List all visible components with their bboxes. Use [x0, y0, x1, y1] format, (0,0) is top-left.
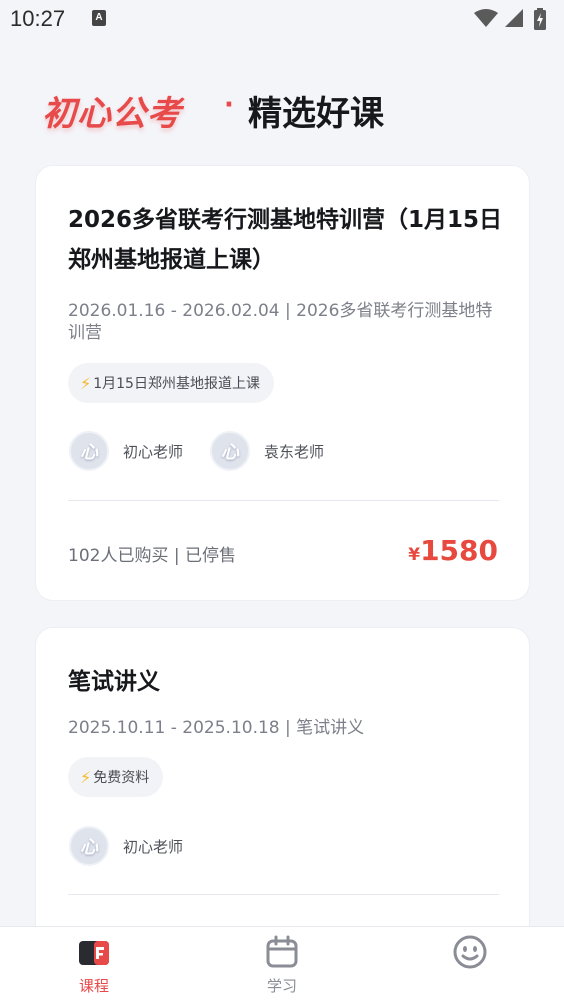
course-price: ¥1580: [408, 534, 498, 567]
course-card[interactable]: 笔试讲义 2025.10.11 - 2025.10.18 | 笔试讲义 ⚡ 免费…: [35, 627, 530, 947]
teacher-name: 初心老师: [123, 442, 184, 461]
nav-tab-course[interactable]: 课程: [34, 927, 154, 1004]
teacher-name: 初心老师: [123, 837, 184, 856]
avatar: 心: [69, 826, 109, 866]
cellular-signal-icon: [505, 9, 523, 27]
brand-name: 初心公考: [42, 94, 182, 134]
brand-separator: ·: [224, 90, 234, 120]
lightning-icon: ⚡: [80, 373, 92, 393]
a-letter-icon: A: [92, 10, 106, 26]
calendar-icon: [266, 935, 298, 968]
brand-subtitle: 精选好课: [248, 94, 384, 134]
currency-symbol: ¥: [408, 545, 421, 565]
course-meta: 2026.01.16 - 2026.02.04 | 2026多省联考行测基地特训…: [68, 301, 493, 343]
status-time: 10:27: [10, 6, 66, 31]
status-icons: [474, 8, 554, 30]
teacher[interactable]: 心 初心老师: [69, 430, 183, 472]
price-amount: 1580: [420, 534, 498, 567]
nav-tab-profile[interactable]: [410, 927, 530, 1004]
course-tag-label: 1月15日郑州基地报道上课: [93, 376, 260, 392]
nav-label: 学习: [266, 977, 297, 995]
divider: [68, 500, 499, 501]
teacher[interactable]: 心 袁东老师: [210, 430, 324, 472]
bottom-nav: 课程 学习: [0, 926, 564, 1004]
avatar: 心: [69, 431, 109, 471]
course-tag: ⚡ 免费资料: [68, 757, 164, 797]
nav-label: 课程: [78, 977, 109, 995]
course-book-icon: [79, 941, 109, 965]
course-meta: 2025.10.11 - 2025.10.18 | 笔试讲义: [68, 718, 365, 738]
course-tag-label: 免费资料: [93, 770, 150, 786]
teacher-name: 袁东老师: [264, 442, 325, 461]
wifi-icon: [474, 9, 498, 27]
purchase-status: 102人已购买 | 已停售: [68, 546, 236, 566]
course-card[interactable]: 2026多省联考行测基地特训营（1月15日郑州基地报道上课） 2026.01.1…: [35, 165, 530, 601]
smiley-face-icon: [453, 935, 487, 969]
course-title: 2026多省联考行测基地特训营（1月15日郑州基地报道上课）: [68, 207, 503, 273]
status-bar: 10:27 A: [0, 0, 564, 40]
avatar: 心: [210, 431, 250, 471]
nav-tab-study[interactable]: 学习: [222, 927, 342, 1004]
course-title: 笔试讲义: [68, 669, 160, 695]
course-tag: ⚡ 1月15日郑州基地报道上课: [68, 363, 274, 403]
lightning-icon: ⚡: [80, 767, 92, 787]
battery-icon: [534, 8, 546, 30]
divider: [68, 894, 499, 895]
teacher[interactable]: 心 初心老师: [69, 825, 183, 867]
